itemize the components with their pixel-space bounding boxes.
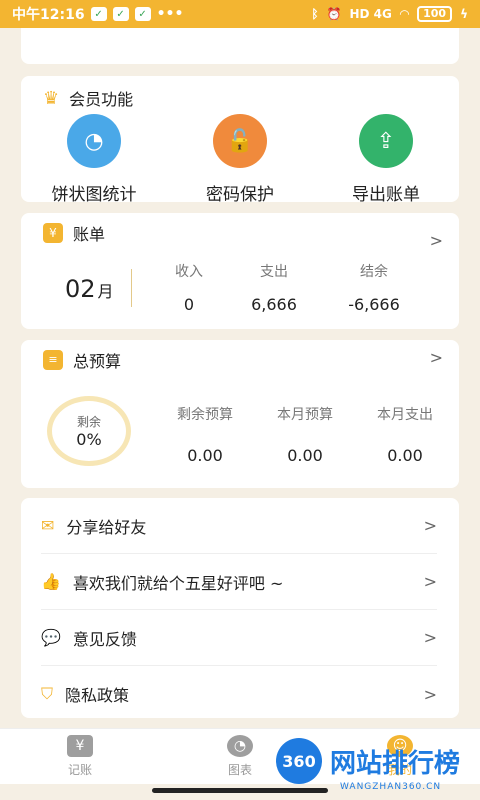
- bill-income: 收入 0: [169, 261, 209, 314]
- menu-card: ✉ 分享给好友 > 👍 喜欢我们就给个五星好评吧 ~ > 💬 意见反馈 > ⛉ …: [21, 498, 459, 718]
- unlock-icon: 🔓: [213, 114, 267, 168]
- top-card: [21, 28, 459, 64]
- pie-chart-icon: ◔: [67, 114, 121, 168]
- tab-label: 记账: [67, 763, 92, 777]
- budget-monthly-label: 本月预算: [277, 407, 333, 423]
- budget-spent-value: 0.00: [387, 446, 423, 465]
- vip-item-pie-chart[interactable]: ◔ 饼状图统计: [21, 114, 167, 205]
- budget-icon: ≡: [43, 350, 63, 370]
- export-icon: ⇪: [359, 114, 413, 168]
- alarm-icon: ⏰: [326, 7, 342, 21]
- vip-card: ♛ 会员功能 ◔ 饼状图统计 🔓 密码保护 ⇪ 导出账单: [21, 76, 459, 205]
- budget-monthly-value: 0.00: [287, 446, 323, 465]
- budget-remaining-value: 0.00: [187, 446, 223, 465]
- budget-ring-value: 0%: [76, 430, 102, 449]
- menu-item-label: 分享给好友: [66, 517, 147, 537]
- battery-indicator: 100: [417, 6, 453, 22]
- bill-expense: 支出 6,666: [244, 261, 304, 314]
- ledger-icon: ¥: [67, 735, 93, 757]
- share-icon: ✉: [41, 516, 55, 535]
- chart-icon: ◔: [227, 735, 253, 757]
- status-time: 中午12:16: [12, 7, 85, 23]
- bill-month: 02 月: [65, 275, 114, 303]
- watermark-logo: 360: [276, 738, 322, 784]
- bill-income-value: 0: [183, 295, 195, 314]
- bill-balance-value: -6,666: [348, 295, 400, 314]
- bill-month-unit: 月: [97, 282, 114, 301]
- bill-month-number: 02: [65, 275, 96, 303]
- vip-item-export[interactable]: ⇪ 导出账单: [313, 114, 459, 205]
- shield-app-icon: ✓: [134, 7, 151, 21]
- home-indicator[interactable]: [152, 788, 328, 793]
- bill-balance-label: 结余: [360, 264, 388, 280]
- vip-item-label: 导出账单: [352, 185, 420, 205]
- tab-ledger[interactable]: ¥ 记账: [0, 729, 160, 784]
- divider: [131, 269, 132, 307]
- budget-remaining-label: 剩余预算: [177, 407, 233, 423]
- watermark-sub: WANGZHAN360.CN: [340, 782, 442, 792]
- budget-spent: 本月支出 0.00: [367, 404, 443, 465]
- more-notifications: •••: [156, 6, 184, 22]
- bill-card[interactable]: ¥ 账单 > 02 月 收入 0 支出 6,666 结余 -6,666: [21, 213, 459, 329]
- feedback-icon: 💬: [41, 628, 61, 647]
- chevron-right-icon: >: [423, 684, 437, 704]
- vip-item-label: 密码保护: [206, 185, 274, 205]
- chevron-right-icon[interactable]: >: [430, 231, 443, 250]
- tab-label: 图表: [227, 763, 252, 777]
- crown-icon: ♛: [43, 87, 60, 109]
- bill-income-label: 收入: [175, 264, 203, 280]
- status-bar: 中午12:16 ✓ ✓ ✓ ••• ᛒ ⏰ HD 4G ◠ 100 ϟ: [0, 0, 480, 28]
- menu-item-label: 意见反馈: [72, 629, 137, 649]
- vip-item-label: 饼状图统计: [51, 185, 137, 205]
- menu-item-label: 隐私政策: [65, 686, 130, 705]
- chevron-right-icon: >: [423, 628, 437, 647]
- vip-item-password[interactable]: 🔓 密码保护: [167, 114, 313, 205]
- thumbs-up-icon: 👍: [41, 572, 61, 591]
- bill-title: 账单: [73, 225, 106, 244]
- bill-expense-value: 6,666: [251, 295, 297, 314]
- budget-card[interactable]: ≡ 总预算 > 剩余 0% 剩余预算 0.00 本月预算 0.00 本月支出 0…: [21, 340, 459, 488]
- budget-ring-label: 剩余: [76, 415, 101, 429]
- budget-ring: 剩余 0%: [47, 396, 131, 466]
- bill-balance: 结余 -6,666: [339, 261, 409, 314]
- chevron-right-icon[interactable]: >: [430, 348, 443, 367]
- budget-title: 总预算: [73, 352, 122, 371]
- shield-app-icon: ✓: [90, 7, 107, 21]
- menu-item-feedback[interactable]: 💬 意见反馈 >: [41, 610, 437, 666]
- watermark-text: 网站排行榜: [330, 748, 461, 779]
- watermark: 360 网站排行榜 WANGZHAN360.CN: [276, 738, 461, 792]
- menu-item-label: 喜欢我们就给个五星好评吧 ~: [72, 573, 284, 593]
- budget-spent-label: 本月支出: [377, 407, 433, 423]
- vip-title: 会员功能: [69, 90, 134, 109]
- menu-item-rate[interactable]: 👍 喜欢我们就给个五星好评吧 ~ >: [41, 554, 437, 610]
- bluetooth-icon: ᛒ: [311, 7, 319, 21]
- shield-app-icon: ✓: [112, 7, 129, 21]
- menu-item-privacy[interactable]: ⛉ 隐私政策 >: [41, 666, 437, 722]
- bill-icon: ¥: [43, 223, 63, 243]
- chevron-right-icon: >: [423, 572, 437, 591]
- budget-remaining: 剩余预算 0.00: [167, 404, 243, 465]
- chevron-right-icon: >: [423, 516, 437, 535]
- budget-monthly: 本月预算 0.00: [267, 404, 343, 465]
- wifi-icon: ◠: [399, 7, 410, 21]
- menu-item-share[interactable]: ✉ 分享给好友 >: [41, 498, 437, 554]
- charging-icon: ϟ: [460, 7, 468, 21]
- bill-expense-label: 支出: [260, 264, 288, 280]
- shield-icon: ⛉: [41, 684, 54, 703]
- signal-indicator: HD 4G: [349, 7, 392, 21]
